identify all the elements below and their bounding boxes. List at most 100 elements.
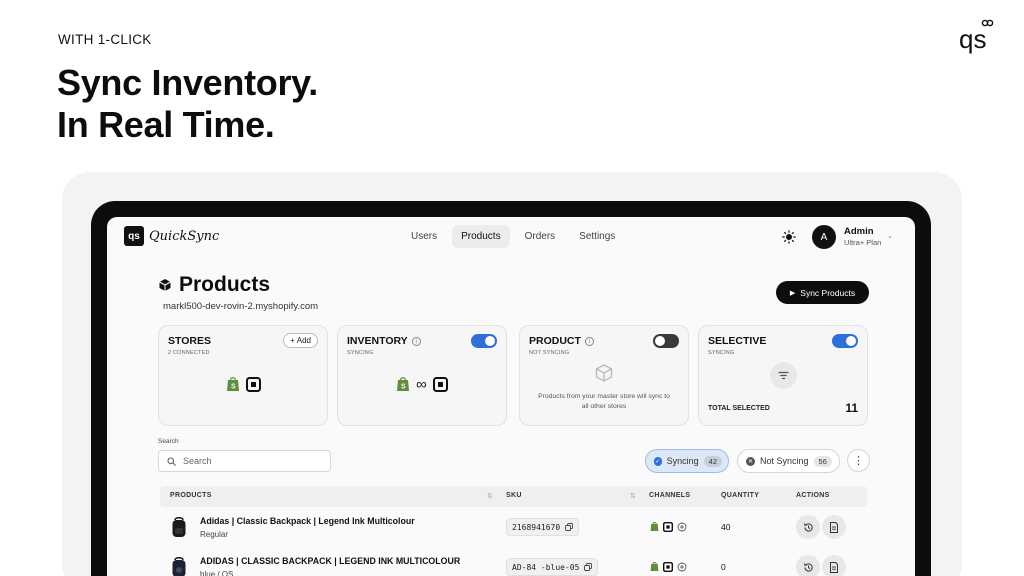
inventory-card-sub: SYNCING — [347, 350, 374, 356]
syncing-count: 42 — [703, 455, 722, 467]
total-selected-value: 11 — [845, 401, 858, 415]
chevron-down-icon[interactable]: ⌄ — [887, 232, 893, 240]
stores-card-sub: 2 CONNECTED — [168, 350, 210, 356]
user-plan: Ultra+ Plan — [844, 238, 882, 247]
svg-text:S: S — [231, 384, 236, 391]
shopify-icon — [650, 522, 659, 531]
tab-settings[interactable]: Settings — [570, 225, 624, 248]
product-card-title: PRODUCT i — [529, 335, 594, 347]
info-icon[interactable]: i — [584, 336, 594, 346]
product-card-sub: NOT SYNCING — [529, 350, 570, 356]
details-button[interactable] — [822, 555, 846, 576]
sku-chip[interactable]: AD-84 -blue-05 — [506, 558, 599, 576]
filter-icon — [778, 371, 789, 380]
inventory-card-title-text: INVENTORY — [347, 335, 408, 347]
row-channels — [650, 521, 687, 532]
box-icon — [595, 364, 613, 382]
col-quantity[interactable]: QUANTITY — [721, 492, 759, 499]
infinity-icon: ∞ — [416, 375, 427, 393]
store-url: markl500-dev-rovin-2.myshopify.com — [163, 301, 319, 312]
tab-orders[interactable]: Orders — [516, 225, 565, 248]
add-store-label: Add — [296, 336, 311, 345]
selective-card: SELECTIVE SYNCING TOTAL SELECTED 11 — [698, 325, 868, 426]
search-label: Search — [158, 438, 179, 445]
page-title: Products — [179, 273, 271, 296]
search-field[interactable] — [158, 450, 331, 472]
history-button[interactable] — [796, 555, 820, 576]
selective-card-sub: SYNCING — [708, 350, 735, 356]
table-header: PRODUCTS ⇅ SKU ⇅ CHANNELS QUANTITY ACTIO… — [160, 486, 867, 507]
filter-button[interactable] — [770, 362, 797, 389]
stores-card: STORES 2 CONNECTED + Add S — [158, 325, 328, 426]
user-name: Admin — [844, 226, 874, 237]
product-name[interactable]: Adidas | Classic Backpack | Legend Ink M… — [200, 516, 415, 526]
avatar[interactable]: A — [812, 225, 836, 249]
syncing-filter[interactable]: ✓ Syncing 42 — [645, 449, 729, 473]
square-pos-icon — [245, 376, 261, 392]
backpack-thumbnail — [172, 517, 186, 537]
product-quantity: 40 — [721, 522, 731, 532]
tab-users[interactable]: Users — [402, 225, 446, 248]
history-icon — [803, 562, 813, 572]
search-icon — [167, 456, 176, 466]
play-icon: ▶ — [789, 289, 796, 297]
hero-headline: Sync Inventory. In Real Time. — [57, 62, 318, 146]
shopify-icon: S — [226, 377, 239, 391]
selective-sync-toggle[interactable] — [832, 334, 858, 348]
square-pos-icon — [663, 561, 673, 572]
add-store-button[interactable]: + Add — [283, 333, 318, 348]
headline-line-2: In Real Time. — [57, 104, 275, 145]
product-name[interactable]: ADIDAS | CLASSIC BACKPACK | LEGEND INK M… — [200, 556, 460, 566]
sort-icon[interactable]: ⇅ — [630, 492, 636, 500]
inventory-card-title: INVENTORY i — [347, 335, 421, 347]
history-icon — [803, 522, 813, 532]
details-button[interactable] — [822, 515, 846, 539]
cube-icon — [159, 279, 171, 291]
tab-products[interactable]: Products — [452, 225, 510, 248]
sku-chip[interactable]: 2168941670 — [506, 518, 580, 536]
sync-products-button[interactable]: ▶ Sync Products — [776, 281, 869, 304]
stores-channels: S — [159, 376, 327, 392]
check-icon: ✓ — [654, 456, 662, 466]
history-button[interactable] — [796, 515, 820, 539]
user-menu[interactable]: Admin Ultra+ Plan — [844, 226, 881, 247]
add-channel-icon[interactable] — [677, 562, 687, 572]
more-options-button[interactable]: ⋮ — [847, 449, 870, 472]
not-syncing-filter[interactable]: ✕ Not Syncing 56 — [737, 449, 840, 473]
copy-icon[interactable] — [584, 563, 593, 571]
col-products[interactable]: PRODUCTS — [170, 492, 212, 499]
app-logo[interactable]: qs QuickSync — [124, 226, 219, 246]
product-card-title-text: PRODUCT — [529, 335, 581, 347]
document-icon — [830, 561, 838, 573]
copy-icon[interactable] — [565, 523, 574, 531]
table-row[interactable]: Adidas | Classic Backpack | Legend Ink M… — [160, 509, 867, 549]
col-channels: CHANNELS — [649, 492, 691, 499]
sku-value: AD-84 -blue-05 — [512, 562, 580, 572]
backpack-thumbnail — [172, 557, 186, 576]
plus-icon: + — [290, 336, 295, 345]
stores-card-title: STORES — [168, 335, 211, 347]
inventory-channels: S ∞ — [338, 376, 506, 392]
inventory-sync-toggle[interactable] — [471, 334, 497, 348]
not-syncing-filter-label: Not Syncing — [760, 456, 809, 466]
sort-icon[interactable]: ⇅ — [487, 492, 493, 500]
sync-products-label: Sync Products — [800, 287, 856, 298]
product-sync-toggle[interactable] — [653, 334, 679, 348]
product-variant: blue / OS — [200, 570, 234, 576]
svg-text:S: S — [401, 384, 406, 391]
close-icon: ✕ — [746, 456, 755, 466]
headline-line-1: Sync Inventory. — [57, 62, 318, 103]
sun-icon[interactable] — [782, 230, 796, 244]
not-syncing-count: 56 — [813, 455, 832, 467]
table-row[interactable]: ADIDAS | CLASSIC BACKPACK | LEGEND INK M… — [160, 549, 867, 576]
square-pos-icon — [663, 521, 673, 532]
product-card-note: Products from your master store will syn… — [538, 393, 670, 410]
info-icon[interactable]: i — [411, 336, 421, 346]
search-input[interactable] — [183, 456, 323, 466]
document-icon — [830, 521, 838, 533]
inventory-card: INVENTORY i SYNCING S ∞ — [337, 325, 507, 426]
brand-logo-icon: qs — [959, 19, 994, 54]
col-sku[interactable]: SKU — [506, 492, 522, 499]
add-channel-icon[interactable] — [677, 522, 687, 532]
shopify-icon: S — [397, 377, 410, 391]
